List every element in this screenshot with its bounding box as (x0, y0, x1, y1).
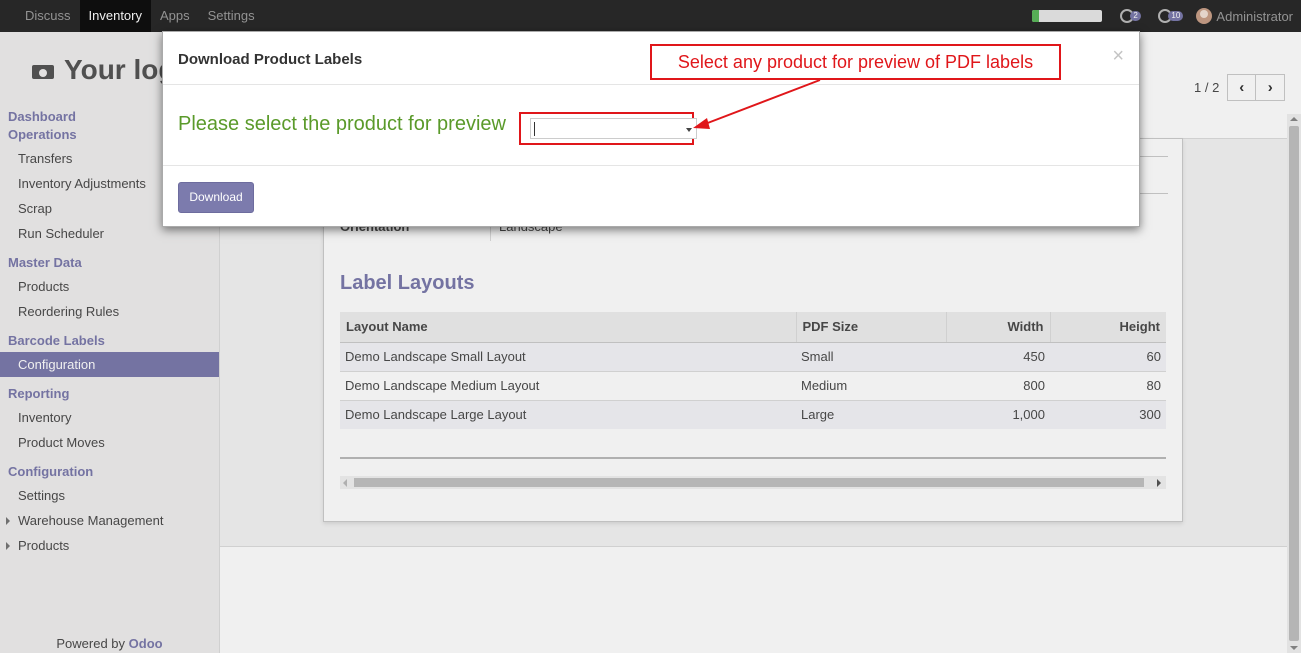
annotation-callout: Select any product for preview of PDF la… (650, 44, 1061, 80)
preview-prompt: Please select the product for preview (178, 113, 506, 135)
modal-body: Please select the product for preview (163, 85, 1139, 166)
chevron-down-icon[interactable] (686, 128, 692, 132)
text-cursor (534, 122, 535, 136)
download-button[interactable]: Download (178, 182, 254, 213)
modal-title: Download Product Labels (178, 51, 363, 68)
product-select[interactable] (530, 118, 697, 139)
select-highlight-box (519, 112, 697, 145)
close-icon[interactable]: × (1112, 45, 1124, 68)
modal-footer: Download (163, 167, 1139, 227)
